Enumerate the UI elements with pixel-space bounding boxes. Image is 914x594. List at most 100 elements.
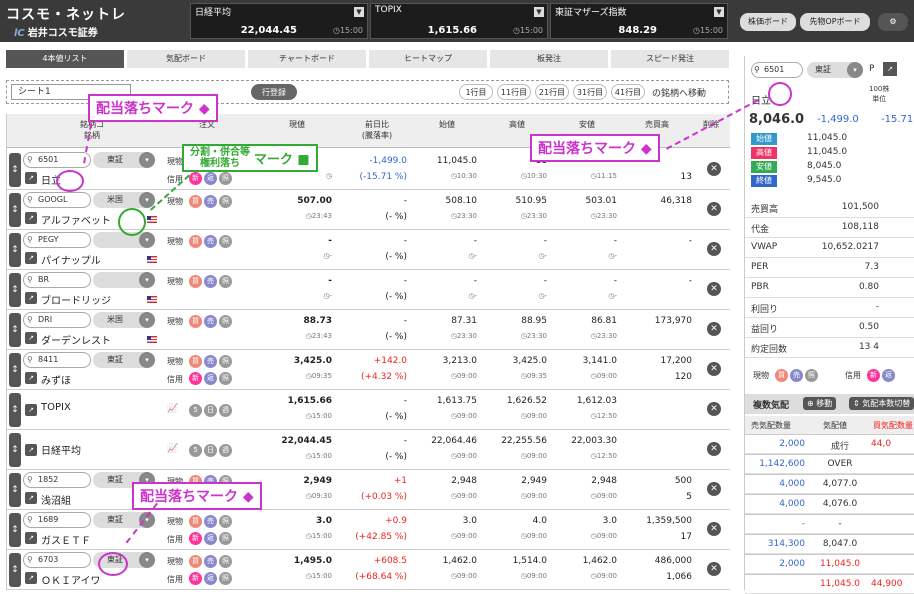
row-1-button[interactable]: 1行目 — [459, 84, 493, 100]
futures-op-board-button[interactable]: 先物OPボード — [800, 13, 870, 31]
gear-icon[interactable]: ⚙ — [878, 13, 908, 31]
close-icon[interactable]: ✕ — [707, 522, 721, 536]
info-button[interactable]: 照 — [219, 195, 232, 208]
market-select[interactable]: ▾ — [93, 232, 155, 248]
sell-button[interactable]: 売 — [204, 315, 217, 328]
buy-button[interactable]: 買 — [189, 355, 202, 368]
margin-return-button[interactable]: 返 — [204, 572, 217, 585]
code-input[interactable]: ⚲ DRI — [23, 312, 91, 328]
info-button[interactable]: 照 — [219, 235, 232, 248]
info-button[interactable]: 照 — [219, 572, 232, 585]
close-icon[interactable]: ✕ — [707, 202, 721, 216]
buy-button[interactable]: 買 — [189, 235, 202, 248]
buy-button[interactable]: 買 — [775, 369, 788, 382]
5day-button[interactable]: 5 — [189, 404, 202, 417]
stock-name[interactable]: ガスＥＴＦ — [41, 532, 91, 547]
info-button[interactable]: 照 — [805, 369, 818, 382]
sell-button[interactable]: 売 — [790, 369, 803, 382]
tab-quote-board[interactable]: 気配ボード — [127, 50, 245, 68]
sell-button[interactable]: 売 — [204, 555, 217, 568]
depth-count-button[interactable]: ⇕ 気配本数切替 — [849, 397, 914, 410]
drag-handle-icon[interactable]: ↕ — [9, 553, 21, 587]
margin-new-button[interactable]: 新 — [189, 172, 202, 185]
row-11-button[interactable]: 11行目 — [497, 84, 531, 100]
market-select[interactable]: 米国 ▾ — [93, 312, 155, 328]
buy-button[interactable]: 買 — [189, 315, 202, 328]
chart-icon[interactable]: ↗ — [25, 252, 37, 264]
chart-icon[interactable]: ↗ — [25, 212, 37, 224]
sell-button[interactable]: 売 — [204, 195, 217, 208]
close-icon[interactable]: ✕ — [707, 482, 721, 496]
chart-icon[interactable]: ↗ — [25, 572, 37, 584]
close-icon[interactable]: ✕ — [707, 242, 721, 256]
index-topix[interactable]: TOPIX ▼ 1,615.66 ◷15:00 — [370, 3, 548, 39]
sell-button[interactable]: 売 — [204, 355, 217, 368]
code-input[interactable]: ⚲ 1852 — [23, 472, 91, 488]
drag-handle-icon[interactable]: ↕ — [9, 393, 21, 427]
drag-handle-icon[interactable]: ↕ — [9, 313, 21, 347]
5day-button[interactable]: 5 — [189, 444, 202, 457]
weekly-button[interactable]: 週 — [219, 444, 232, 457]
info-button[interactable]: 照 — [219, 555, 232, 568]
index-name[interactable]: TOPIX — [41, 402, 71, 413]
row-21-button[interactable]: 21行目 — [535, 84, 569, 100]
drag-handle-icon[interactable]: ↕ — [9, 473, 21, 507]
code-input[interactable]: ⚲ GOOGL — [23, 192, 91, 208]
margin-return-button[interactable]: 返 — [882, 369, 895, 382]
margin-return-button[interactable]: 返 — [204, 372, 217, 385]
move-button[interactable]: ⊕ 移動 — [803, 397, 837, 410]
side-code-input[interactable]: ⚲ 6501 — [751, 62, 803, 78]
info-button[interactable]: 照 — [219, 515, 232, 528]
daily-button[interactable]: 日 — [204, 444, 217, 457]
info-button[interactable]: 照 — [219, 532, 232, 545]
stock-name[interactable]: ブロードリッジ — [41, 292, 111, 307]
drag-handle-icon[interactable]: ↕ — [9, 273, 21, 307]
code-input[interactable]: ⚲ 8411 — [23, 352, 91, 368]
code-input[interactable]: ⚲ 6703 — [23, 552, 91, 568]
side-market-select[interactable]: 東証 ▾ — [807, 62, 863, 78]
chart-icon[interactable]: ↗ — [25, 172, 37, 184]
info-button[interactable]: 照 — [219, 355, 232, 368]
tab-chart-board[interactable]: チャートボード — [248, 50, 366, 68]
tab-speed-order[interactable]: スピード発注 — [611, 50, 729, 68]
chart-icon[interactable]: ↗ — [25, 292, 37, 304]
daily-button[interactable]: 日 — [204, 404, 217, 417]
drag-handle-icon[interactable]: ↕ — [9, 513, 21, 547]
margin-return-button[interactable]: 返 — [204, 532, 217, 545]
close-icon[interactable]: ✕ — [707, 562, 721, 576]
dropdown-icon[interactable]: ▼ — [534, 7, 544, 17]
info-button[interactable]: 照 — [219, 372, 232, 385]
code-input[interactable]: ⚲ 1689 — [23, 512, 91, 528]
stock-board-button[interactable]: 株価ボード — [740, 13, 796, 31]
chart-icon[interactable]: ↗ — [25, 492, 37, 504]
chart-icon[interactable]: 📈 — [167, 404, 178, 414]
index-nikkei[interactable]: 日経平均 ▼ 22,044.45 ◷15:00 — [190, 3, 368, 39]
sell-button[interactable]: 売 — [204, 275, 217, 288]
margin-new-button[interactable]: 新 — [189, 572, 202, 585]
buy-button[interactable]: 買 — [189, 195, 202, 208]
code-input[interactable]: ⚲ 6501 — [23, 152, 91, 168]
sell-button[interactable]: 売 — [204, 515, 217, 528]
info-button[interactable]: 照 — [219, 172, 232, 185]
tab-board-order[interactable]: 板発注 — [490, 50, 608, 68]
stock-name[interactable]: みずほ — [41, 372, 71, 387]
drag-handle-icon[interactable]: ↕ — [9, 353, 21, 387]
margin-new-button[interactable]: 新 — [189, 532, 202, 545]
close-icon[interactable]: ✕ — [707, 322, 721, 336]
chart-icon[interactable]: ↗ — [25, 332, 37, 344]
drag-handle-icon[interactable]: ↕ — [9, 153, 21, 187]
chart-icon[interactable]: 📈 — [167, 444, 178, 454]
market-select[interactable]: 東証 ▾ — [93, 352, 155, 368]
stock-name[interactable]: ＯＫＩアイワ — [41, 572, 101, 587]
margin-new-button[interactable]: 新 — [189, 372, 202, 385]
drag-handle-icon[interactable]: ↕ — [9, 433, 21, 467]
stock-name[interactable]: パイナップル — [41, 252, 101, 267]
stock-name[interactable]: アルファベット — [41, 212, 111, 227]
close-icon[interactable]: ✕ — [707, 162, 721, 176]
weekly-button[interactable]: 週 — [219, 404, 232, 417]
index-mothers[interactable]: 東証マザーズ指数 ▼ 848.29 ◷15:00 — [550, 3, 728, 39]
close-icon[interactable]: ✕ — [707, 402, 721, 416]
close-icon[interactable]: ✕ — [707, 362, 721, 376]
code-input[interactable]: ⚲ BR — [23, 272, 91, 288]
tab-heatmap[interactable]: ヒートマップ — [369, 50, 487, 68]
